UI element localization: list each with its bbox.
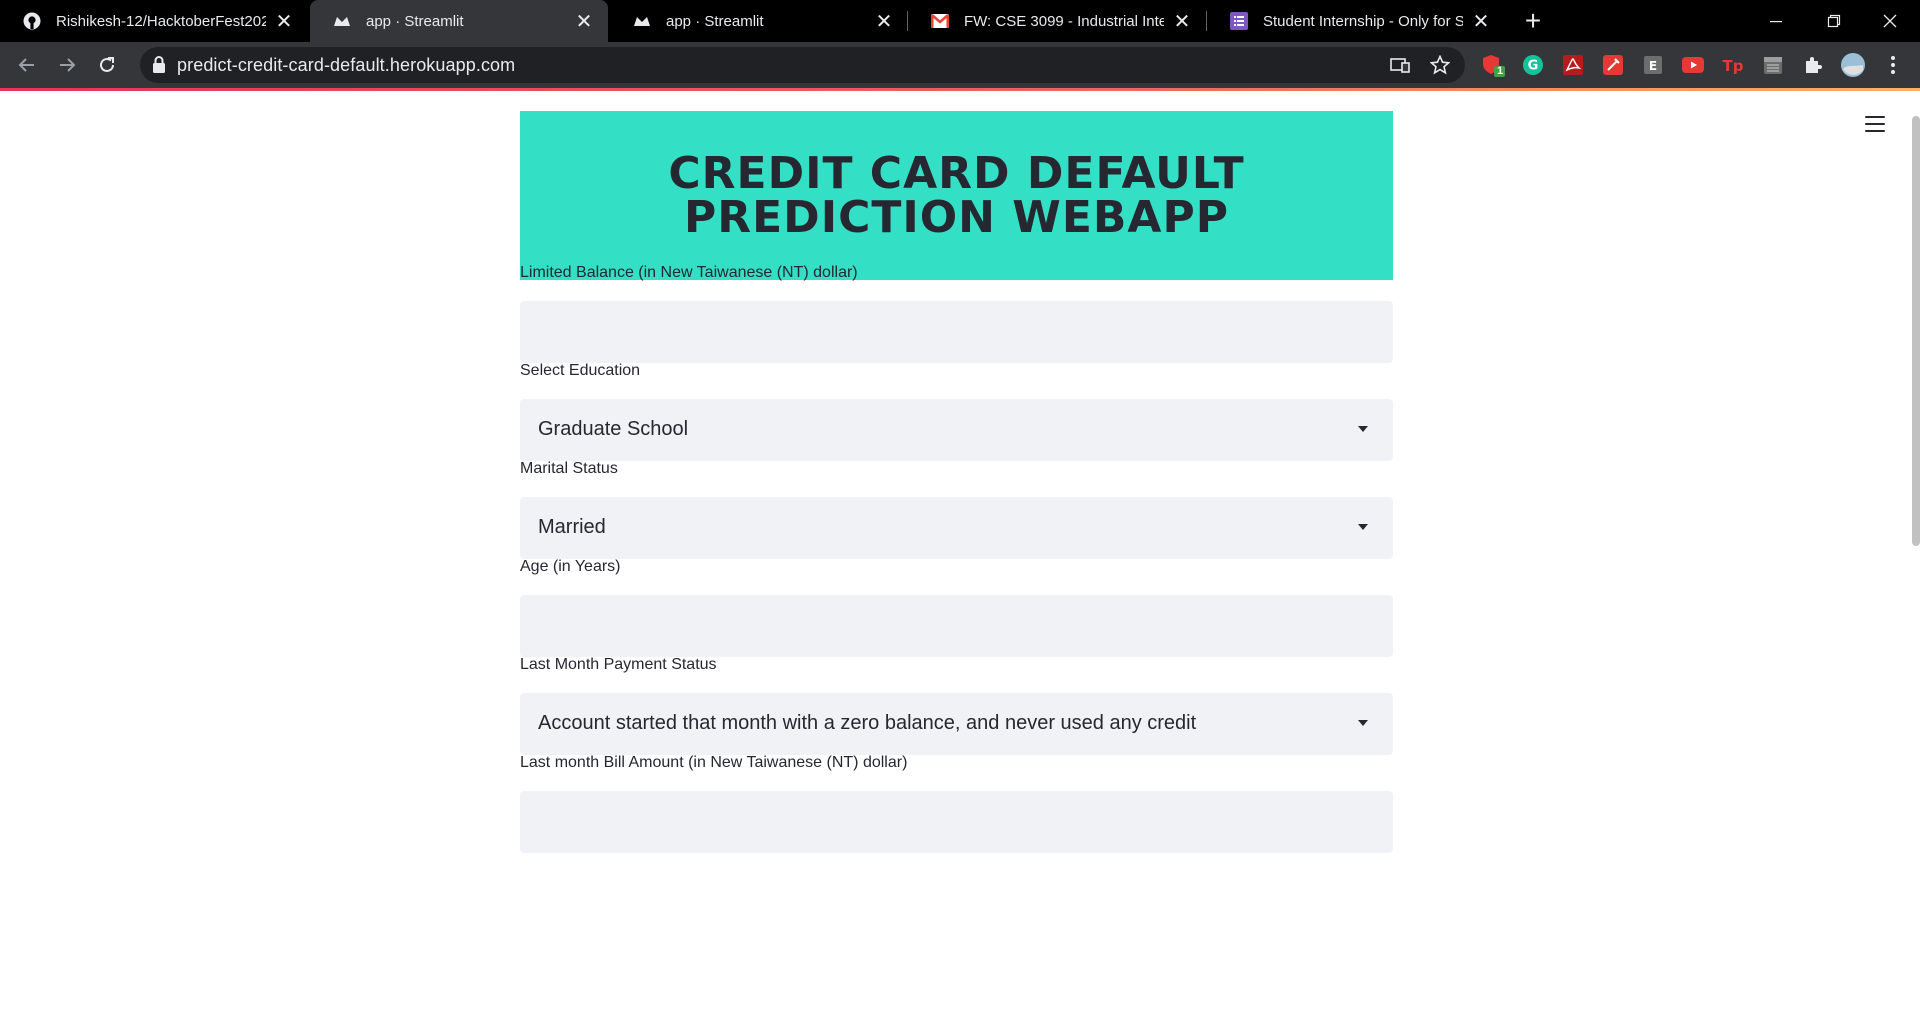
svg-text:E: E (1649, 59, 1657, 73)
minimize-icon (1770, 21, 1782, 23)
scrollbar[interactable] (1912, 116, 1920, 546)
restore-icon (1827, 14, 1841, 28)
profile-avatar[interactable] (1840, 52, 1866, 78)
svg-text:Tp: Tp (1723, 57, 1744, 75)
tab-github[interactable]: Rishikesh-12/HacktoberFest2020 ✕ (0, 0, 308, 42)
e-extension-icon[interactable]: E (1640, 52, 1666, 78)
calendar-extension-icon[interactable] (1760, 52, 1786, 78)
tab-forms[interactable]: Student Internship - Only for SCO ✕ (1207, 0, 1505, 42)
pdf-icon[interactable] (1560, 52, 1586, 78)
grammarly-icon[interactable]: G (1520, 52, 1546, 78)
streamlit-app: CREDIT CARD DEFAULT PREDICTION WEBAPP Li… (0, 91, 1920, 1030)
education-field: Select Education Graduate School (520, 362, 1393, 461)
tp-extension-icon[interactable]: Tp (1720, 52, 1746, 78)
field-label: Last Month Payment Status (520, 656, 717, 673)
tab-title: FW: CSE 3099 - Industrial Internsh (964, 12, 1164, 30)
forward-button[interactable] (52, 50, 82, 80)
field-label: Marital Status (520, 460, 618, 477)
bill-amount-field: Last month Bill Amount (in New Taiwanese… (520, 754, 1393, 853)
payment-status-select[interactable]: Account started that month with a zero b… (520, 693, 1393, 755)
education-select[interactable]: Graduate School (520, 399, 1393, 461)
browser-tab-strip: Rishikesh-12/HacktoberFest2020 ✕ app · S… (0, 0, 1920, 42)
streamlit-icon (332, 11, 352, 31)
field-label: Limited Balance (in New Taiwanese (NT) d… (520, 264, 858, 281)
payment-status-field: Last Month Payment Status Account starte… (520, 656, 1393, 755)
extensions-puzzle-icon[interactable] (1800, 52, 1826, 78)
selected-value: Account started that month with a zero b… (538, 712, 1197, 734)
close-tab-icon[interactable]: ✕ (274, 11, 294, 33)
marital-status-field: Marital Status Married (520, 460, 1393, 559)
marital-status-select[interactable]: Married (520, 497, 1393, 559)
highlighter-icon[interactable] (1600, 52, 1626, 78)
close-tab-icon[interactable]: ✕ (1471, 11, 1491, 33)
svg-text:G: G (1528, 59, 1539, 74)
field-label: Select Education (520, 362, 641, 379)
browser-toolbar: predict-credit-card-default.herokuapp.co… (0, 42, 1920, 88)
cast-icon[interactable] (1388, 53, 1412, 77)
age-input[interactable] (520, 595, 1393, 657)
tab-title: app · Streamlit (366, 12, 464, 30)
field-label: Age (in Years) (520, 558, 621, 575)
close-window-button[interactable] (1862, 0, 1918, 42)
field-label: Last month Bill Amount (in New Taiwanese… (520, 754, 908, 771)
forward-arrow-icon (60, 58, 76, 72)
tab-title: Student Internship - Only for SCO (1263, 12, 1463, 30)
bill-amount-input[interactable] (520, 791, 1393, 853)
bookmark-star-icon[interactable] (1428, 53, 1452, 77)
browser-menu-icon[interactable] (1880, 52, 1906, 78)
extension-badge: 1 (1497, 65, 1504, 77)
close-tab-icon[interactable]: ✕ (874, 11, 894, 33)
tab-title: Rishikesh-12/HacktoberFest2020 (56, 12, 266, 30)
close-tab-icon[interactable]: ✕ (574, 11, 594, 33)
gmail-icon (930, 11, 950, 31)
lock-icon[interactable] (152, 56, 170, 74)
limit-balance-field: Limited Balance (in New Taiwanese (NT) d… (520, 264, 1393, 363)
address-bar[interactable]: predict-credit-card-default.herokuapp.co… (140, 47, 1465, 83)
github-icon (22, 11, 42, 31)
tab-gmail[interactable]: FW: CSE 3099 - Industrial Internsh ✕ (908, 0, 1206, 42)
url-text: predict-credit-card-default.herokuapp.co… (177, 55, 516, 75)
shield-extension-icon[interactable]: 1 (1480, 52, 1506, 78)
page-title: CREDIT CARD DEFAULT PREDICTION WEBAPP (668, 147, 1245, 243)
tab-streamlit-active[interactable]: app · Streamlit ✕ (310, 0, 608, 42)
minimize-button[interactable] (1748, 0, 1804, 42)
reload-icon (100, 57, 114, 72)
tab-title: app · Streamlit (666, 12, 764, 30)
new-tab-button[interactable]: + (1518, 5, 1548, 36)
reload-button[interactable] (92, 50, 122, 80)
title-banner: CREDIT CARD DEFAULT PREDICTION WEBAPP (520, 111, 1393, 280)
streamlit-icon (632, 11, 652, 31)
limit-balance-input[interactable] (520, 301, 1393, 363)
close-tab-icon[interactable]: ✕ (1172, 11, 1192, 33)
restore-button[interactable] (1806, 0, 1862, 42)
chevron-down-icon[interactable] (1358, 426, 1368, 432)
app-menu-icon[interactable] (1865, 116, 1885, 134)
close-icon (1883, 14, 1897, 28)
tab-streamlit[interactable]: app · Streamlit ✕ (610, 0, 908, 42)
chevron-down-icon[interactable] (1358, 720, 1368, 726)
chevron-down-icon[interactable] (1358, 524, 1368, 530)
youtube-icon[interactable] (1680, 52, 1706, 78)
back-button[interactable] (12, 50, 42, 80)
forms-icon (1229, 11, 1249, 31)
back-arrow-icon (18, 58, 34, 72)
age-field: Age (in Years) (520, 558, 1393, 657)
selected-value: Married (538, 516, 606, 538)
selected-value: Graduate School (538, 418, 689, 440)
